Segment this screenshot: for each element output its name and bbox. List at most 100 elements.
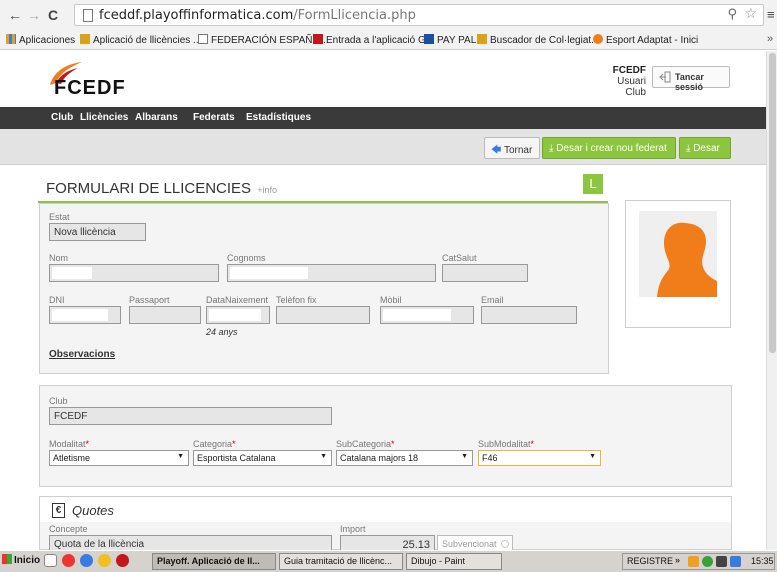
submodalitat-label: SubModalitat* — [478, 439, 534, 449]
modalitat-value: Atletisme — [53, 453, 91, 463]
personal-data-panel: Estat Nova llicència Nom Cognoms CatSalu… — [39, 203, 609, 374]
nav-item-federats[interactable]: Federats — [193, 112, 235, 123]
club-label: Club — [49, 396, 68, 406]
logo-text: FCEDF — [54, 77, 126, 99]
email-field[interactable] — [481, 306, 577, 324]
page-scrollbar[interactable] — [766, 51, 777, 550]
mobil-label: Mòbil — [380, 295, 402, 305]
apps-grid-icon — [6, 34, 16, 44]
back-arrow-icon[interactable]: ← — [8, 7, 22, 23]
start-button[interactable]: Inicio — [2, 554, 40, 566]
bookmark-label: Entrada a l'aplicació G... — [326, 35, 435, 46]
nav-item-club[interactable]: Club — [51, 112, 73, 123]
bookmark-federacion[interactable]: FEDERACIÓN ESPAÑO... — [198, 34, 329, 46]
tray-icon[interactable] — [688, 556, 699, 567]
gencat-icon — [313, 34, 323, 44]
windows-flag-icon — [2, 554, 12, 564]
app-icon[interactable] — [116, 554, 129, 567]
tray-expand-icon[interactable]: » — [675, 555, 680, 565]
nom-field[interactable] — [49, 264, 219, 282]
paypal-icon — [424, 34, 434, 44]
subcategoria-select[interactable]: Catalana majors 18 ▼ — [336, 450, 473, 466]
redacted-value — [52, 309, 108, 321]
bookmark-label: PAY PAL — [437, 35, 477, 46]
info-link[interactable]: +info — [257, 185, 277, 195]
volume-icon[interactable] — [716, 556, 727, 567]
import-label: Import — [340, 524, 366, 534]
mobil-field[interactable] — [380, 306, 474, 324]
dropdown-arrow-icon: ▼ — [589, 453, 596, 460]
cognoms-field[interactable] — [227, 264, 436, 282]
logout-button[interactable]: Tancar sessió — [652, 66, 730, 92]
modalitat-select[interactable]: Atletisme ▼ — [49, 450, 189, 466]
photo-frame[interactable] — [625, 200, 731, 328]
bookmark-label: Aplicaciones — [19, 35, 76, 46]
redacted-value — [383, 309, 451, 321]
bookmark-apps[interactable]: Aplicaciones — [6, 34, 75, 46]
zoom-icon[interactable]: ⚲ — [727, 7, 737, 22]
task-label: Guia tramitació de llicènc... — [284, 556, 393, 566]
save-button[interactable]: ⤓ Desar — [679, 137, 731, 159]
passaport-field[interactable] — [129, 306, 201, 324]
submodalitat-label-text: SubModalitat — [478, 439, 531, 449]
address-bar[interactable]: fceddf.playoffinformatica.com/FormLlicen… — [74, 4, 764, 26]
club-field: FCEDF — [49, 407, 332, 425]
dropdown-arrow-icon: ▼ — [177, 453, 184, 460]
categoria-label-text: Categoria — [193, 439, 233, 449]
quick-launch-icon[interactable] — [44, 554, 57, 567]
chrome-icon[interactable] — [62, 554, 75, 567]
flame-icon — [593, 34, 603, 44]
user-role: Usuari Club — [617, 76, 646, 98]
bookmark-entrada[interactable]: Entrada a l'aplicació G... — [313, 34, 434, 46]
main-content: FORMULARI DE LLICENCIES +info L Estat No… — [0, 166, 766, 553]
bookmark-esport-adaptat[interactable]: Esport Adaptat - Inici — [593, 34, 698, 46]
tray-label: REGISTRE — [627, 556, 674, 566]
url-path: /FormLlicencia.php — [293, 8, 416, 23]
quotes-title: Quotes — [72, 503, 114, 518]
browser-toolbar: ← → C fceddf.playoffinformatica.com/Form… — [0, 0, 777, 30]
more-bookmarks-icon[interactable]: » — [767, 33, 773, 45]
nav-item-albarans[interactable]: Albarans — [135, 112, 178, 123]
dni-field[interactable] — [49, 306, 121, 324]
categoria-select[interactable]: Esportista Catalana ▼ — [193, 450, 332, 466]
forward-arrow-icon[interactable]: → — [27, 7, 41, 23]
nav-item-llicencies[interactable]: Llicències — [80, 112, 128, 123]
page-icon — [83, 9, 93, 22]
telefon-field[interactable] — [276, 306, 370, 324]
bookmark-star-icon[interactable]: ☆ — [744, 6, 757, 22]
ie-icon[interactable] — [80, 554, 93, 567]
submodalitat-select[interactable]: F46 ▼ — [478, 450, 601, 466]
reload-icon[interactable]: C — [48, 7, 58, 23]
quotes-header: € Quotes — [39, 496, 732, 522]
task-guia[interactable]: Guia tramitació de llicènc... — [279, 553, 403, 570]
bookmark-llicencies[interactable]: Aplicació de llicències ... — [80, 34, 201, 46]
playoff-icon — [80, 34, 90, 44]
club-panel: Club FCEDF Modalitat* Atletisme ▼ Categor… — [39, 385, 732, 487]
datanaixement-field[interactable] — [206, 306, 270, 324]
action-bar: 🡄 Tornar ⤓ Desar i crear nou federat ⤓ D… — [0, 129, 766, 165]
back-button[interactable]: 🡄 Tornar — [484, 137, 540, 159]
save-and-new-button[interactable]: ⤓ Desar i crear nou federat — [542, 137, 676, 159]
quotes-panel: Concepte Quota de la llicència Import 25… — [39, 522, 732, 553]
tray-icon[interactable] — [702, 556, 713, 567]
scrollbar-thumb[interactable] — [769, 53, 776, 353]
bookmark-buscador[interactable]: Buscador de Col·legiat... — [477, 34, 600, 46]
firefox-icon[interactable] — [98, 554, 111, 567]
task-paint[interactable]: Dibujo - Paint — [406, 553, 502, 570]
nav-item-estadistiques[interactable]: Estadístiques — [246, 112, 311, 123]
save-label: Desar — [693, 143, 720, 154]
age-hint: 24 anys — [206, 327, 238, 337]
task-playoff[interactable]: Playoff. Aplicació de ll... — [152, 553, 276, 570]
app-header: FCEDF FCEDF Usuari Club Tancar sessió — [0, 51, 766, 107]
url-text[interactable]: fceddf.playoffinformatica.com/FormLlicen… — [99, 8, 416, 23]
datanaixement-label: DataNaixement — [206, 295, 269, 305]
browser-menu-icon[interactable]: ≡ — [767, 7, 775, 22]
logout-door-icon — [659, 71, 671, 83]
observacions-link[interactable]: Observacions — [49, 349, 115, 360]
catsalut-field[interactable] — [442, 264, 528, 282]
network-icon[interactable] — [730, 556, 741, 567]
bookmark-paypal[interactable]: PAY PAL — [424, 34, 476, 46]
main-nav: Club Llicències Albarans Federats Estadí… — [0, 107, 766, 129]
bookmark-label: FEDERACIÓN ESPAÑO... — [211, 35, 329, 46]
submodalitat-value: F46 — [482, 453, 498, 463]
